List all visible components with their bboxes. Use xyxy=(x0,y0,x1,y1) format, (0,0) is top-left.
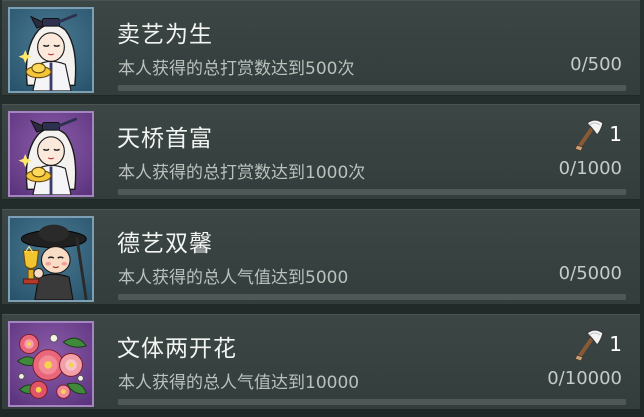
reward-count: 1 xyxy=(609,332,622,356)
achievement-description: 本人获得的总人气值达到5000 xyxy=(118,268,349,288)
reward[interactable]: 1 xyxy=(573,327,622,361)
achievement-description: 本人获得的总打赏数达到1000次 xyxy=(118,163,366,183)
progress-bar xyxy=(118,85,626,91)
reward[interactable]: 1 xyxy=(573,117,622,151)
achievement-row[interactable]: 德艺双馨 本人获得的总人气值达到5000 0/5000 xyxy=(2,209,640,305)
reward-count: 1 xyxy=(609,122,622,146)
achievement-title: 天桥首富 xyxy=(117,126,213,152)
achievement-row[interactable]: 天桥首富 本人获得的总打赏数达到1000次 1 0/1000 xyxy=(2,104,640,200)
progress-bar xyxy=(118,189,626,195)
performer-with-trophy-icon xyxy=(8,216,94,302)
achievement-row[interactable]: 文体两开花 本人获得的总人气值达到10000 1 0/10000 xyxy=(2,314,640,410)
progress-bar xyxy=(118,294,626,300)
progress-text: 0/5000 xyxy=(558,263,622,284)
achievement-description: 本人获得的总打赏数达到500次 xyxy=(118,59,355,79)
axe-icon xyxy=(573,327,605,361)
axe-icon xyxy=(573,117,605,151)
progress-bar xyxy=(118,399,626,405)
achievement-title: 德艺双馨 xyxy=(117,231,213,257)
achievement-description: 本人获得的总人气值达到10000 xyxy=(118,373,360,393)
scholar-with-gold-ingot-icon xyxy=(8,7,94,93)
scholar-with-gold-ingot-icon xyxy=(8,111,94,197)
achievement-list: 卖艺为生 本人获得的总打赏数达到500次 0/500 天桥首富 本人获得的总打赏… xyxy=(0,0,644,417)
progress-text: 0/1000 xyxy=(558,158,622,179)
progress-text: 0/500 xyxy=(570,54,622,75)
achievement-row[interactable]: 卖艺为生 本人获得的总打赏数达到500次 0/500 xyxy=(2,0,640,96)
achievement-title: 卖艺为生 xyxy=(117,22,213,48)
flower-bouquet-icon xyxy=(8,321,94,407)
progress-text: 0/10000 xyxy=(547,368,622,389)
achievement-title: 文体两开花 xyxy=(117,336,237,362)
